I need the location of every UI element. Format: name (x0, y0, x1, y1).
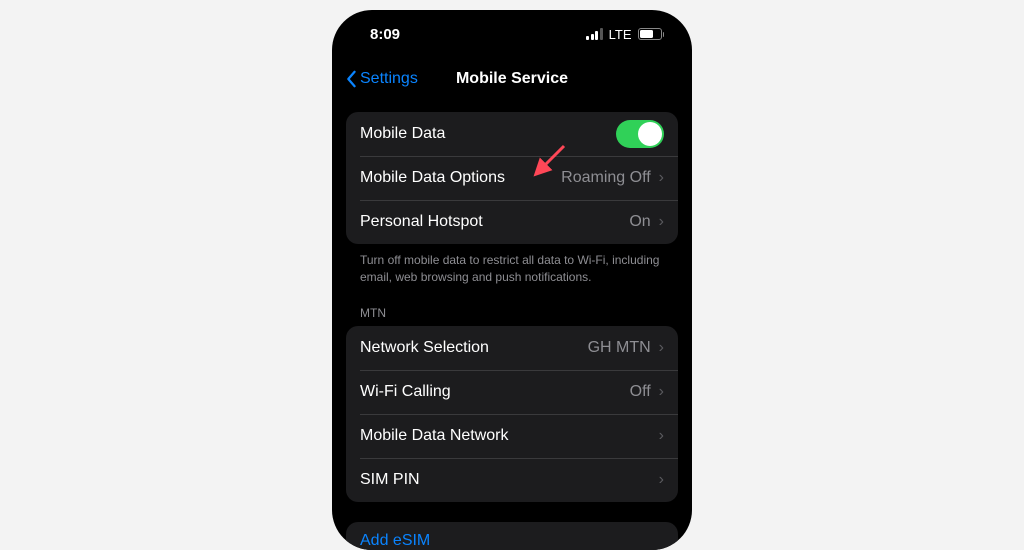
status-bar: 8:09 LTE 53 (332, 10, 692, 58)
chevron-right-icon: › (659, 471, 664, 489)
hotspot-label: Personal Hotspot (360, 213, 483, 231)
chevron-right-icon: › (659, 213, 664, 231)
carrier-section-header: MTN (346, 286, 678, 326)
row-mobile-data[interactable]: Mobile Data (346, 112, 678, 156)
network-value: GH MTN (588, 339, 651, 357)
chevron-right-icon: › (659, 169, 664, 187)
add-esim-button[interactable]: Add eSIM (346, 522, 678, 550)
row-mobile-data-network[interactable]: Mobile Data Network › (346, 414, 678, 458)
group-carrier: Network Selection GH MTN › Wi-Fi Calling… (346, 326, 678, 502)
phone-frame: 8:09 LTE 53 Settings Mobile Service (332, 10, 692, 550)
group-esim: Add eSIM (346, 522, 678, 550)
mobile-data-toggle[interactable] (616, 120, 664, 148)
back-button[interactable]: Settings (344, 70, 418, 88)
row-wifi-calling[interactable]: Wi-Fi Calling Off › (346, 370, 678, 414)
row-sim-pin[interactable]: SIM PIN › (346, 458, 678, 502)
battery-icon: 53 (638, 28, 665, 40)
group-footer-text: Turn off mobile data to restrict all dat… (346, 244, 678, 286)
back-label: Settings (360, 70, 418, 88)
mobile-data-label: Mobile Data (360, 125, 445, 143)
mdn-label: Mobile Data Network (360, 427, 509, 445)
row-personal-hotspot[interactable]: Personal Hotspot On › (346, 200, 678, 244)
options-value: Roaming Off (561, 169, 651, 187)
group-mobile-data: Mobile Data Mobile Data Options Roaming … (346, 112, 678, 244)
wifi-calling-value: Off (630, 383, 651, 401)
hotspot-value: On (629, 213, 650, 231)
row-mobile-data-options[interactable]: Mobile Data Options Roaming Off › (346, 156, 678, 200)
network-type: LTE (609, 27, 632, 42)
chevron-left-icon (344, 70, 358, 88)
battery-level: 53 (644, 29, 654, 39)
status-right: LTE 53 (586, 27, 664, 42)
status-time: 8:09 (370, 26, 400, 43)
wifi-calling-label: Wi-Fi Calling (360, 383, 451, 401)
row-network-selection[interactable]: Network Selection GH MTN › (346, 326, 678, 370)
page-title: Mobile Service (456, 70, 568, 88)
chevron-right-icon: › (659, 383, 664, 401)
network-label: Network Selection (360, 339, 489, 357)
nav-bar: Settings Mobile Service (332, 58, 692, 100)
chevron-right-icon: › (659, 339, 664, 357)
chevron-right-icon: › (659, 427, 664, 445)
options-label: Mobile Data Options (360, 169, 505, 187)
sim-pin-label: SIM PIN (360, 471, 420, 489)
signal-icon (586, 28, 603, 40)
